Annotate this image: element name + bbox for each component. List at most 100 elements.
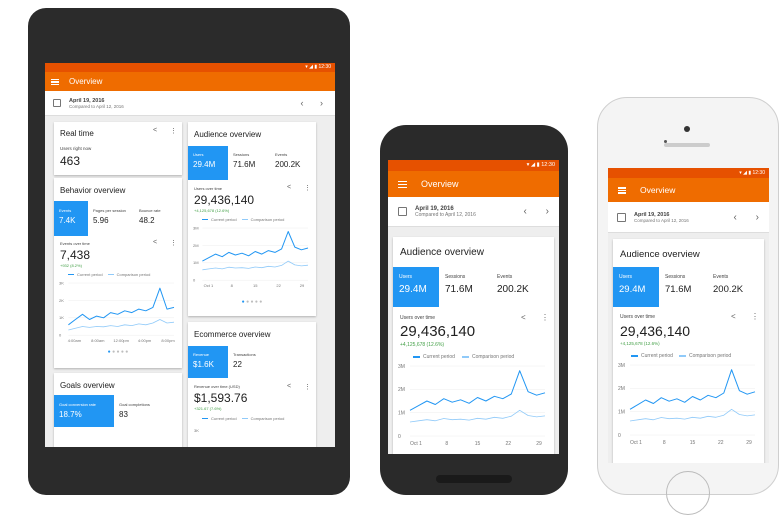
metric-row: Users 29.4M Sessions 71.6M Events 200.2K bbox=[188, 146, 316, 180]
metric-events[interactable]: Events 200.2K bbox=[270, 146, 314, 180]
status-time: 12:30 bbox=[752, 170, 765, 176]
next-date-button[interactable]: › bbox=[756, 212, 759, 223]
legend-current-label: Current period bbox=[77, 272, 103, 277]
menu-icon[interactable] bbox=[51, 78, 59, 85]
chart-label: Users over time bbox=[194, 186, 223, 191]
more-vert-icon[interactable]: ⋮ bbox=[170, 127, 177, 135]
metric-label: Events bbox=[275, 152, 288, 157]
more-vert-icon[interactable]: ⋮ bbox=[304, 383, 311, 391]
legend-current-swatch bbox=[202, 417, 208, 420]
metric-sessions[interactable]: Sessions 71.6M bbox=[228, 146, 270, 180]
x-tick-label: 29 bbox=[300, 283, 305, 288]
y-tick-label: 2K bbox=[59, 298, 64, 303]
more-vert-icon[interactable]: ⋮ bbox=[170, 239, 177, 247]
y-tick-label: 0 bbox=[193, 278, 196, 283]
more-vert-icon[interactable]: ⋮ bbox=[541, 313, 549, 322]
app-bar: Overview bbox=[388, 171, 559, 197]
y-tick-label: 2M bbox=[618, 386, 625, 392]
comparison-period-line bbox=[409, 409, 546, 423]
status-time: 12:30 bbox=[541, 162, 555, 168]
realtime-card[interactable]: Real time < ⋮ Users right now 463 bbox=[54, 122, 182, 175]
x-tick-label: 12:00pm bbox=[113, 338, 129, 343]
metric-goal-conversion-rate[interactable]: Goal conversion rate 18.7% bbox=[54, 395, 114, 427]
behavior-overview-card[interactable]: Behavior overview Events 7.4K Pages per … bbox=[54, 178, 182, 368]
menu-icon[interactable] bbox=[398, 180, 407, 188]
metric-pages-per-session[interactable]: Pages per session 5.96 bbox=[88, 201, 134, 236]
share-icon[interactable]: < bbox=[153, 239, 157, 246]
next-date-button[interactable]: › bbox=[320, 98, 323, 108]
metric-value: 48.2 bbox=[139, 216, 155, 225]
share-icon[interactable]: < bbox=[731, 312, 736, 321]
date-bar[interactable]: April 19, 2016 Compared to April 12, 201… bbox=[388, 197, 559, 227]
home-button[interactable] bbox=[666, 471, 710, 515]
metric-bounce-rate[interactable]: Bounce rate 48.2 bbox=[134, 201, 180, 236]
metric-value: 29.4M bbox=[619, 284, 646, 295]
audience-overview-card[interactable]: Audience overview Users 29.4M Sessions 7… bbox=[613, 239, 764, 463]
metric-label: Sessions bbox=[233, 152, 250, 157]
more-vert-icon[interactable]: ⋮ bbox=[751, 312, 759, 321]
goals-overview-card[interactable]: Goals overview Goal conversion rate 18.7… bbox=[54, 373, 182, 447]
carousel-dots[interactable]: ● ● ● ● ● bbox=[54, 349, 182, 355]
x-tick-label: 8:00am bbox=[91, 338, 105, 343]
prev-date-button[interactable]: ‹ bbox=[300, 98, 303, 108]
share-icon[interactable]: < bbox=[153, 127, 157, 134]
share-icon[interactable]: < bbox=[287, 383, 291, 390]
calendar-icon[interactable] bbox=[398, 207, 407, 216]
users-over-time-chart: 3M 2M 1M 0 Oct 1 8 15 22 29 bbox=[398, 364, 546, 447]
metric-revenue[interactable]: Revenue $1.6K bbox=[188, 346, 228, 378]
chart-legend: Current period Comparison period bbox=[631, 353, 731, 359]
metric-users[interactable]: Users 29.4M bbox=[393, 267, 439, 307]
metric-goal-completions[interactable]: Goal completions 83 bbox=[114, 395, 174, 427]
calendar-icon[interactable] bbox=[53, 99, 61, 107]
x-tick-label: 15 bbox=[253, 283, 258, 288]
chart-value: 29,436,140 bbox=[620, 323, 691, 339]
metric-value: 5.96 bbox=[93, 216, 109, 225]
metric-users[interactable]: Users 29.4M bbox=[613, 267, 659, 307]
menu-icon[interactable] bbox=[618, 187, 626, 194]
users-over-time-chart: 3M 2M 1M 0 Oct 1 8 15 22 29 bbox=[193, 225, 309, 288]
events-over-time-chart: 3K 2K 1K 0 4:00am 8:00am 12:00pm 4:00pm 8:00pm bbox=[59, 280, 175, 343]
metric-label: Events bbox=[713, 274, 729, 280]
chart-label: Users over time bbox=[400, 315, 436, 321]
metric-events[interactable]: Events 7.4K bbox=[54, 201, 88, 236]
metric-label: Pages per session bbox=[93, 208, 126, 213]
legend-current-swatch bbox=[631, 355, 638, 357]
x-tick-label: 29 bbox=[536, 441, 542, 447]
share-icon[interactable]: < bbox=[521, 313, 526, 322]
carousel-dots[interactable]: ● ● ● ● ● bbox=[188, 299, 316, 305]
metric-label: Goal conversion rate bbox=[59, 402, 96, 407]
ecommerce-overview-card[interactable]: Ecommerce overview Revenue $1.6K Transac… bbox=[188, 322, 316, 447]
users-over-time-chart: 3M 2M 1M 0 Oct 1 8 15 22 29 bbox=[618, 363, 756, 446]
y-tick-label: 3K bbox=[194, 428, 199, 433]
metric-events[interactable]: Events 200.2K bbox=[707, 267, 762, 307]
audience-overview-card[interactable]: Audience overview Users 29.4M Sessions 7… bbox=[188, 122, 316, 316]
metric-users[interactable]: Users 29.4M bbox=[188, 146, 228, 180]
prev-date-button[interactable]: ‹ bbox=[524, 206, 527, 217]
share-icon[interactable]: < bbox=[287, 184, 291, 191]
more-vert-icon[interactable]: ⋮ bbox=[304, 184, 311, 192]
metric-value: 18.7% bbox=[59, 410, 82, 419]
legend-comparison-label: Comparison period bbox=[688, 353, 732, 359]
card-title: Behavior overview bbox=[60, 186, 126, 195]
x-tick-label: Oct 1 bbox=[630, 440, 642, 446]
legend-comparison-swatch bbox=[678, 355, 686, 357]
metric-label: Revenue bbox=[193, 352, 210, 357]
x-tick-label: 4:00pm bbox=[138, 338, 152, 343]
card-title: Audience overview bbox=[400, 247, 484, 258]
metric-sessions[interactable]: Sessions 71.6M bbox=[659, 267, 707, 307]
chart-value: $1,593.76 bbox=[194, 391, 248, 405]
metric-events[interactable]: Events 200.2K bbox=[491, 267, 551, 307]
chart-legend: Current period Comparison period bbox=[202, 217, 284, 222]
metric-row: Events 7.4K Pages per session 5.96 Bounc… bbox=[54, 201, 182, 236]
date-bar[interactable]: April 19, 2016 Compared to April 12, 201… bbox=[45, 91, 335, 116]
next-date-button[interactable]: › bbox=[546, 206, 549, 217]
legend-comparison-swatch bbox=[107, 273, 114, 276]
calendar-icon[interactable] bbox=[617, 212, 626, 222]
metric-sessions[interactable]: Sessions 71.6M bbox=[439, 267, 491, 307]
date-bar[interactable]: April 19, 2016 Compared to April 12, 201… bbox=[608, 202, 769, 233]
x-tick-label: 22 bbox=[505, 441, 511, 447]
chart-legend: Current period Comparison period bbox=[413, 354, 514, 360]
metric-transactions[interactable]: Transactions 22 bbox=[228, 346, 288, 378]
audience-overview-card[interactable]: Audience overview Users 29.4M Sessions 7… bbox=[393, 237, 554, 454]
prev-date-button[interactable]: ‹ bbox=[734, 212, 737, 223]
